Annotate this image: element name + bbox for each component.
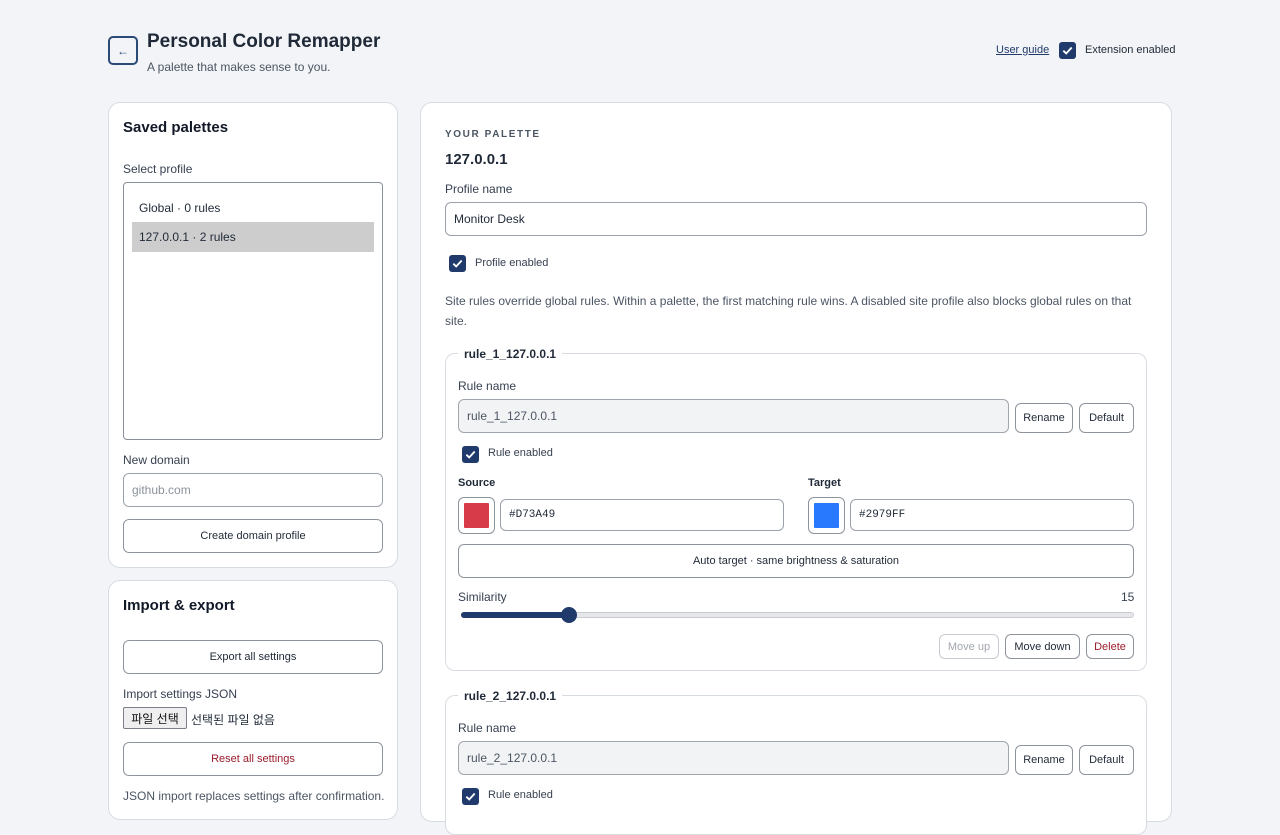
palette-host: 127.0.0.1: [445, 151, 508, 168]
delete-button[interactable]: Delete: [1086, 634, 1134, 659]
source-color-swatch: [464, 503, 489, 528]
file-select-button[interactable]: 파일 선택: [123, 707, 187, 729]
app-subtitle: A palette that makes sense to you.: [147, 60, 331, 74]
rule-enabled-label: Rule enabled: [488, 447, 553, 459]
default-button[interactable]: Default: [1079, 745, 1134, 775]
target-color-swatch: [814, 503, 839, 528]
source-hex-input[interactable]: #D73A49: [500, 499, 784, 531]
app-title: Personal Color Remapper: [147, 31, 381, 52]
target-hex-input[interactable]: #2979FF: [850, 499, 1134, 531]
rule-name-input[interactable]: rule_2_127.0.0.1: [458, 741, 1009, 775]
auto-target-button[interactable]: Auto target · same brightness & saturati…: [458, 544, 1134, 578]
select-profile-label: Select profile: [123, 162, 193, 176]
similarity-label: Similarity: [458, 590, 507, 604]
import-export-title: Import & export: [123, 597, 235, 614]
default-button[interactable]: Default: [1079, 403, 1134, 433]
move-down-button[interactable]: Move down: [1005, 634, 1080, 659]
rule-enabled-checkbox[interactable]: [462, 788, 479, 805]
source-label: Source: [458, 477, 496, 489]
source-color-picker[interactable]: [458, 497, 495, 534]
rename-button[interactable]: Rename: [1015, 403, 1073, 433]
extension-enabled-checkbox[interactable]: [1059, 42, 1076, 59]
saved-palettes-title: Saved palettes: [123, 119, 229, 136]
import-note: JSON import replaces settings after conf…: [123, 789, 385, 803]
rule-enabled-label: Rule enabled: [488, 789, 553, 801]
profile-name-input[interactable]: Monitor Desk: [445, 202, 1147, 236]
profile-enabled-checkbox[interactable]: [449, 255, 466, 272]
profile-option[interactable]: Global · 0 rules: [132, 193, 374, 223]
profile-name-label: Profile name: [445, 182, 513, 196]
rule-legend: rule_2_127.0.0.1: [458, 689, 563, 703]
import-json-label: Import settings JSON: [123, 687, 238, 701]
profile-enabled-label: Profile enabled: [475, 257, 549, 269]
target-label: Target: [808, 477, 841, 489]
checkmark-icon: [452, 259, 463, 268]
new-domain-label: New domain: [123, 453, 190, 467]
reset-settings-button[interactable]: Reset all settings: [123, 742, 383, 776]
new-domain-input[interactable]: github.com: [123, 473, 383, 507]
file-status-text: 선택된 파일 없음: [191, 713, 275, 727]
create-domain-profile-button[interactable]: Create domain profile: [123, 519, 383, 553]
rename-button[interactable]: Rename: [1015, 745, 1073, 775]
similarity-slider-fill: [461, 612, 569, 618]
rule-name-input[interactable]: rule_1_127.0.0.1: [458, 399, 1009, 433]
rule-enabled-checkbox[interactable]: [462, 446, 479, 463]
similarity-slider-thumb[interactable]: [561, 607, 577, 623]
checkmark-icon: [465, 450, 476, 459]
back-button[interactable]: ←: [108, 36, 138, 65]
move-up-button[interactable]: Move up: [939, 634, 999, 659]
target-color-picker[interactable]: [808, 497, 845, 534]
arrow-left-icon: ←: [117, 43, 129, 58]
user-guide-link[interactable]: User guide: [996, 44, 1049, 56]
checkmark-icon: [465, 792, 476, 801]
rule-name-label: Rule name: [458, 721, 517, 735]
profile-listbox[interactable]: Global · 0 rules 127.0.0.1 · 2 rules: [123, 182, 383, 440]
palette-note: Site rules override global rules. Within…: [445, 294, 1132, 328]
palette-eyebrow: YOUR PALETTE: [445, 129, 541, 140]
checkmark-icon: [1062, 46, 1073, 55]
extension-enabled-label: Extension enabled: [1085, 44, 1176, 56]
rule-name-label: Rule name: [458, 379, 517, 393]
rule-legend: rule_1_127.0.0.1: [458, 347, 563, 361]
export-settings-button[interactable]: Export all settings: [123, 640, 383, 674]
profile-option-selected[interactable]: 127.0.0.1 · 2 rules: [132, 222, 374, 252]
similarity-value: 15: [1121, 590, 1135, 604]
